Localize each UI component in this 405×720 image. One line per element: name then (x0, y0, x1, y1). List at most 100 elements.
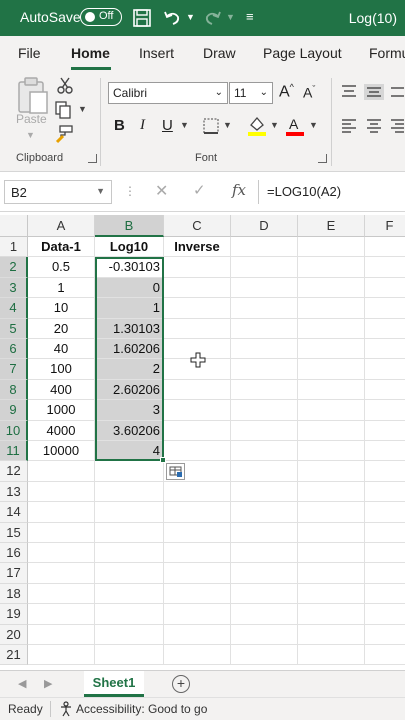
font-name-box[interactable]: Calibri ⌄ (108, 82, 228, 104)
cell-d18[interactable] (231, 583, 298, 605)
cell-c1[interactable]: Inverse (164, 237, 231, 258)
row-header-15[interactable]: 15 (0, 522, 28, 543)
accessibility-status[interactable]: Accessibility: Good to go (76, 702, 207, 716)
cell-c21[interactable] (164, 645, 231, 666)
font-launcher-icon[interactable] (318, 154, 327, 163)
row-header-17[interactable]: 17 (0, 563, 28, 584)
autosave-toggle[interactable]: Off (80, 8, 122, 26)
cell-a8[interactable]: 400 (28, 379, 95, 401)
cell-d12[interactable] (231, 461, 298, 482)
cell-f1[interactable] (365, 237, 405, 258)
cell-f13[interactable] (365, 482, 405, 503)
row-header-19[interactable]: 19 (0, 604, 28, 625)
borders-dropdown-icon[interactable]: ▼ (223, 120, 232, 130)
cell-d11[interactable] (231, 441, 298, 462)
cell-e9[interactable] (298, 400, 365, 421)
font-color-icon[interactable]: A (285, 115, 305, 137)
cell-c20[interactable] (164, 624, 231, 645)
cell-e18[interactable] (298, 583, 365, 605)
fill-color-icon[interactable] (247, 115, 267, 137)
cell-f14[interactable] (365, 502, 405, 523)
cell-c13[interactable] (164, 481, 231, 503)
cell-e4[interactable] (298, 298, 365, 319)
cell-c10[interactable] (164, 420, 231, 441)
cell-d21[interactable] (231, 645, 298, 666)
fill-color-dropdown-icon[interactable]: ▼ (270, 120, 279, 130)
cell-c16[interactable] (164, 543, 231, 564)
cell-f21[interactable] (365, 645, 405, 666)
cell-e1[interactable] (298, 237, 365, 258)
cell-d4[interactable] (231, 298, 298, 319)
cell-c8[interactable] (164, 379, 231, 401)
cell-b8[interactable]: 2.60206 (95, 379, 164, 401)
cell-f19[interactable] (365, 604, 405, 625)
cell-f6[interactable] (365, 339, 405, 360)
cell-a2[interactable]: 0.5 (28, 257, 95, 278)
row-header-21[interactable]: 21 (0, 645, 28, 666)
sheet-tab-sheet1[interactable]: Sheet1 (84, 671, 144, 697)
add-sheet-icon[interactable]: + (172, 675, 190, 693)
row-header-10[interactable]: 10 (0, 420, 28, 441)
cell-f10[interactable] (365, 421, 405, 441)
cell-e10[interactable] (298, 420, 365, 441)
cell-d3[interactable] (231, 277, 298, 299)
undo-icon[interactable] (162, 8, 182, 28)
column-header-b[interactable]: B (95, 215, 164, 237)
tab-page-layout[interactable]: Page Layout (263, 45, 342, 61)
cell-a16[interactable] (28, 543, 95, 564)
middle-align-icon[interactable] (364, 84, 384, 100)
cell-c14[interactable] (164, 502, 231, 523)
font-size-box[interactable]: 11 ⌄ (229, 82, 273, 104)
shrink-font-button[interactable]: Aˇ (303, 84, 315, 101)
underline-button[interactable]: U (162, 117, 173, 134)
cell-a10[interactable]: 4000 (28, 420, 95, 441)
row-header-14[interactable]: 14 (0, 502, 28, 523)
tab-formulas[interactable]: Formu (369, 45, 405, 61)
cell-b1[interactable]: Log10 (95, 237, 164, 258)
copy-dropdown-icon[interactable]: ▼ (78, 104, 87, 114)
scroll-sheets-left-icon[interactable]: ◀ (18, 677, 26, 690)
cell-d13[interactable] (231, 481, 298, 503)
cell-b14[interactable] (95, 502, 164, 523)
row-header-6[interactable]: 6 (0, 339, 28, 360)
cell-b10[interactable]: 3.60206 (95, 420, 164, 441)
column-header-c[interactable]: C (164, 215, 231, 237)
cell-e20[interactable] (298, 624, 365, 645)
cell-e11[interactable] (298, 441, 365, 462)
cell-e12[interactable] (298, 461, 365, 482)
cell-a4[interactable]: 10 (28, 298, 95, 319)
cell-f2[interactable] (365, 257, 405, 278)
cell-a1[interactable]: Data-1 (28, 237, 95, 258)
cell-f17[interactable] (365, 563, 405, 584)
undo-dropdown-icon[interactable]: ▼ (186, 12, 195, 22)
cell-d1[interactable] (231, 237, 298, 258)
cell-a3[interactable]: 1 (28, 277, 95, 299)
formula-input[interactable]: =LOG10(A2) (258, 180, 405, 204)
row-header-2[interactable]: 2 (0, 257, 28, 278)
name-box[interactable]: B2 ▼ (4, 180, 112, 204)
cell-f3[interactable] (365, 278, 405, 299)
row-header-5[interactable]: 5 (0, 318, 28, 339)
cell-f11[interactable] (365, 441, 405, 462)
cell-d9[interactable] (231, 400, 298, 421)
row-header-16[interactable]: 16 (0, 543, 28, 564)
cell-b17[interactable] (95, 563, 164, 584)
cell-f18[interactable] (365, 584, 405, 605)
cell-e8[interactable] (298, 379, 365, 401)
cell-e16[interactable] (298, 543, 365, 564)
cell-a17[interactable] (28, 563, 95, 584)
accessibility-icon[interactable] (58, 701, 74, 717)
quick-analysis-icon[interactable] (166, 463, 185, 480)
paste-icon[interactable] (16, 76, 50, 116)
worksheet-grid[interactable]: A B C D E F 1 Data-1 Log10 Inverse 2 0.5 -0.30103 3 1 0… (0, 215, 405, 670)
bottom-align-icon[interactable] (390, 84, 404, 100)
column-header-a[interactable]: A (28, 215, 95, 237)
cell-e19[interactable] (298, 604, 365, 625)
cell-b13[interactable] (95, 481, 164, 503)
cell-a18[interactable] (28, 583, 95, 605)
cell-a11[interactable]: 10000 (28, 441, 95, 462)
cell-d16[interactable] (231, 543, 298, 564)
cell-f4[interactable] (365, 298, 405, 319)
cell-c18[interactable] (164, 583, 231, 605)
cell-e17[interactable] (298, 563, 365, 584)
